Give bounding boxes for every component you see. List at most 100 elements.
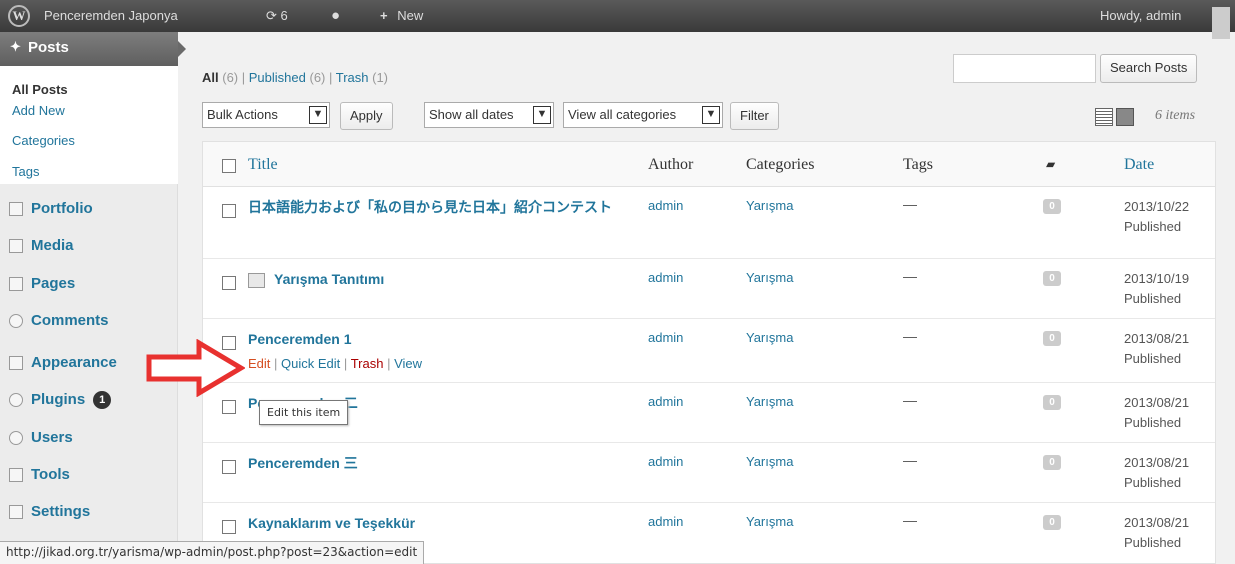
- menu-posts-label: Posts: [28, 39, 69, 56]
- row-checkbox[interactable]: [222, 460, 236, 474]
- post-status: Published: [1124, 415, 1182, 430]
- post-author-link[interactable]: admin: [648, 394, 683, 409]
- search-posts-button[interactable]: Search Posts: [1100, 54, 1198, 83]
- post-title-link[interactable]: Kaynaklarım ve Teşekkür: [248, 513, 643, 533]
- site-name-link[interactable]: Penceremden Japonya: [44, 0, 178, 32]
- category-filter-select[interactable]: View all categories ▼: [563, 102, 723, 128]
- view-all-link[interactable]: All: [202, 70, 219, 85]
- edit-tooltip: Edit this item: [259, 400, 349, 425]
- quick-edit-link[interactable]: Quick Edit: [281, 356, 340, 371]
- menu-posts[interactable]: ✦ Posts: [0, 32, 186, 66]
- post-category-link[interactable]: Yarışma: [746, 394, 793, 409]
- post-date-value: 2013/08/21: [1124, 455, 1190, 470]
- comment-count-bubble-icon[interactable]: 0: [1043, 515, 1061, 530]
- column-date[interactable]: Date: [1124, 156, 1154, 174]
- search-input[interactable]: [953, 54, 1096, 83]
- post-title-link[interactable]: Penceremden 1: [248, 329, 643, 349]
- table-row: 日本語能力および「私の目から見た日本」紹介コンテスト admin Yarışma…: [203, 187, 1215, 259]
- post-category-link[interactable]: Yarışma: [746, 330, 793, 345]
- comment-count-bubble-icon[interactable]: 0: [1043, 271, 1061, 286]
- row-checkbox[interactable]: [222, 204, 236, 218]
- comments-bubble-icon[interactable]: ●: [331, 0, 340, 32]
- menu-portfolio[interactable]: Portfolio: [0, 191, 178, 227]
- chevron-down-icon: ▼: [702, 106, 720, 124]
- post-category-link[interactable]: Yarışma: [746, 454, 793, 469]
- post-status: Published: [1124, 475, 1182, 490]
- separator: |: [343, 356, 348, 371]
- menu-media[interactable]: Media: [0, 228, 178, 264]
- new-content-button[interactable]: + New: [380, 0, 423, 32]
- menu-label: Settings: [31, 503, 91, 520]
- submenu-tags[interactable]: Tags: [12, 164, 39, 179]
- separator: |: [387, 356, 391, 371]
- menu-label: Media: [31, 237, 74, 254]
- post-author-link[interactable]: admin: [648, 514, 683, 529]
- dates-filter-select[interactable]: Show all dates ▼: [424, 102, 554, 128]
- updates-button[interactable]: ⟳ 6: [266, 0, 288, 32]
- list-view-icon[interactable]: [1095, 108, 1113, 126]
- posts-table: Title Author Categories Tags ▰ Date 日本語能…: [202, 141, 1216, 564]
- comment-count-bubble-icon[interactable]: 0: [1043, 331, 1061, 346]
- post-title-link[interactable]: Penceremden 三: [248, 453, 643, 473]
- submenu-all-posts[interactable]: All Posts: [12, 82, 68, 97]
- updates-count: 6: [280, 8, 288, 23]
- chevron-down-icon: ▼: [533, 106, 551, 124]
- post-date-value: 2013/10/22: [1124, 199, 1190, 214]
- view-all-count: (6): [222, 70, 239, 85]
- post-author-link[interactable]: admin: [648, 330, 683, 345]
- row-actions: Edit | Quick Edit | Trash | View: [248, 356, 422, 371]
- post-title-link[interactable]: 日本語能力および「私の目から見た日本」紹介コンテスト: [248, 197, 643, 217]
- post-date: 2013/08/21 Published: [1124, 513, 1189, 553]
- post-date-value: 2013/08/21: [1124, 395, 1190, 410]
- apply-button[interactable]: Apply: [340, 102, 393, 130]
- wordpress-logo-icon[interactable]: W: [8, 5, 30, 27]
- comments-column-icon[interactable]: ▰: [1046, 157, 1055, 172]
- comment-count-bubble-icon[interactable]: 0: [1043, 395, 1061, 410]
- row-checkbox[interactable]: [222, 276, 236, 290]
- post-date-value: 2013/08/21: [1124, 515, 1190, 530]
- post-author-link[interactable]: admin: [648, 270, 683, 285]
- menu-users[interactable]: Users: [0, 420, 178, 456]
- view-trash-count: (1): [372, 70, 389, 85]
- post-category-link[interactable]: Yarışma: [746, 270, 793, 285]
- post-tags: —: [903, 196, 917, 212]
- comment-count-bubble-icon[interactable]: 0: [1043, 199, 1061, 214]
- table-row: Yarışma Tanıtımı admin Yarışma — 0 2013/…: [203, 259, 1215, 319]
- edit-link[interactable]: Edit: [248, 356, 270, 371]
- post-status: Published: [1124, 535, 1182, 550]
- bulk-actions-select[interactable]: Bulk Actions ▼: [202, 102, 330, 128]
- items-count: 6 items: [1155, 108, 1196, 123]
- column-tags: Tags: [903, 156, 933, 173]
- tools-icon: [9, 468, 23, 482]
- menu-comments[interactable]: Comments: [0, 303, 178, 339]
- post-category-link[interactable]: Yarışma: [746, 514, 793, 529]
- view-trash-link[interactable]: Trash: [336, 70, 369, 85]
- howdy-user-link[interactable]: Howdy, admin: [1100, 0, 1181, 32]
- menu-pages[interactable]: Pages: [0, 266, 178, 302]
- row-checkbox[interactable]: [222, 400, 236, 414]
- new-label: New: [397, 8, 424, 23]
- view-link[interactable]: View: [394, 356, 422, 371]
- excerpt-view-icon[interactable]: [1116, 108, 1134, 126]
- post-tags: —: [903, 512, 917, 528]
- post-tags: —: [903, 392, 917, 408]
- row-checkbox[interactable]: [222, 520, 236, 534]
- trash-link[interactable]: Trash: [351, 356, 384, 371]
- menu-tools[interactable]: Tools: [0, 457, 178, 493]
- separator: |: [274, 356, 278, 371]
- menu-label: Comments: [31, 312, 109, 329]
- column-title[interactable]: Title: [248, 156, 278, 174]
- comment-count-bubble-icon[interactable]: 0: [1043, 455, 1061, 470]
- appearance-icon: [9, 356, 23, 370]
- submenu-add-new[interactable]: Add New: [12, 103, 65, 118]
- post-author-link[interactable]: admin: [648, 198, 683, 213]
- view-published-link[interactable]: Published: [249, 70, 306, 85]
- select-all-checkbox[interactable]: [222, 159, 236, 173]
- menu-settings[interactable]: Settings: [0, 494, 178, 530]
- post-category-link[interactable]: Yarışma: [746, 198, 793, 213]
- posts-submenu: All Posts Add New Categories Tags: [0, 66, 178, 184]
- filter-button[interactable]: Filter: [730, 102, 779, 130]
- post-title-link[interactable]: Yarışma Tanıtımı: [248, 269, 643, 289]
- post-author-link[interactable]: admin: [648, 454, 683, 469]
- submenu-categories[interactable]: Categories: [12, 133, 75, 148]
